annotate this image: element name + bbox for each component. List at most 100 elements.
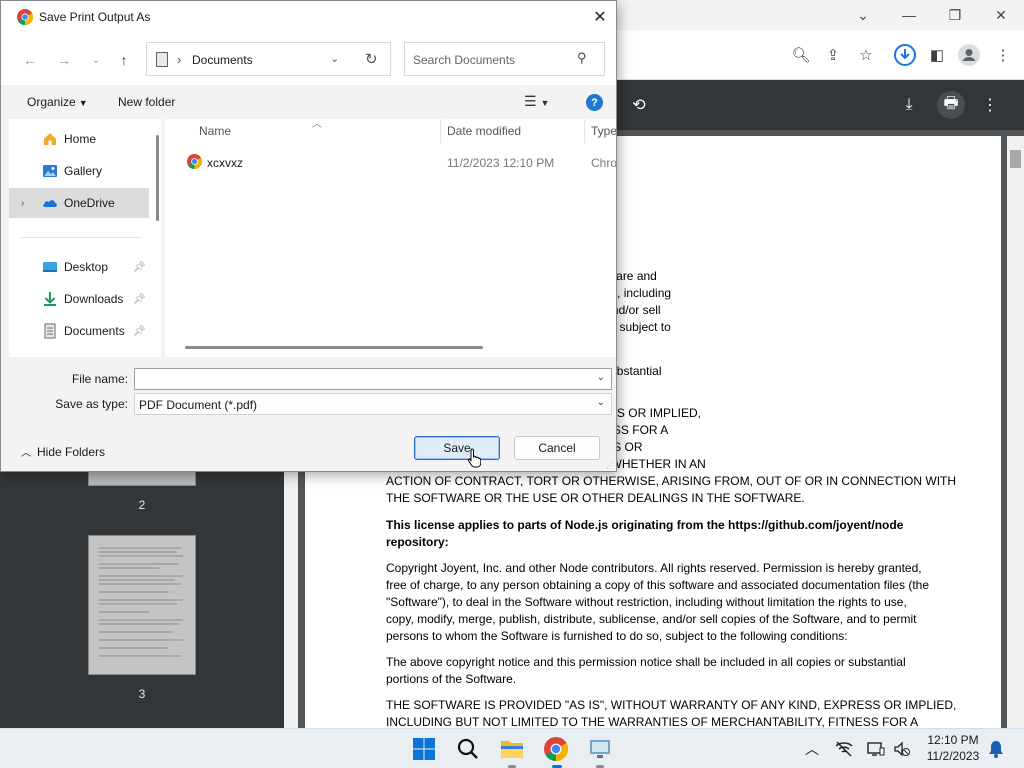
address-dropdown-icon[interactable]: ⌄ bbox=[330, 52, 339, 65]
hide-folders-label: Hide Folders bbox=[37, 445, 106, 459]
dialog-navigation-bar: ← → ⌄ ↑ › Documents ⌄ ↻ Search Documents… bbox=[1, 33, 616, 85]
column-separator[interactable] bbox=[440, 119, 441, 143]
help-button[interactable]: ? bbox=[586, 94, 603, 111]
file-row[interactable]: xcxvxz 11/2/2023 12:10 PM Chro bbox=[165, 149, 616, 175]
back-arrow-icon[interactable]: ← bbox=[19, 49, 41, 71]
nav-item-label: Documents bbox=[64, 324, 125, 338]
remote-desktop-icon[interactable] bbox=[585, 734, 615, 764]
downloads-toolbar-icon[interactable] bbox=[892, 42, 918, 68]
page-thumbnail[interactable] bbox=[88, 535, 196, 675]
command-bar: Organize ▼ New folder ☰ ▼ ? bbox=[1, 85, 616, 119]
column-separator[interactable] bbox=[584, 119, 585, 143]
nav-item-onedrive[interactable]: › OneDrive bbox=[9, 188, 149, 218]
organize-label: Organize bbox=[27, 95, 76, 109]
search-icon: ⚲ bbox=[577, 50, 587, 65]
nav-item-downloads[interactable]: Downloads 📌︎ bbox=[9, 284, 149, 314]
page-thumbnail[interactable] bbox=[88, 470, 196, 486]
file-name-input[interactable]: ⌄ bbox=[134, 368, 612, 390]
rotate-icon[interactable]: ⟲ bbox=[626, 92, 652, 118]
refresh-icon[interactable]: ↻ bbox=[365, 50, 378, 68]
save-as-dialog: Save Print Output As ✕ ← → ⌄ ↑ › Documen… bbox=[0, 0, 617, 472]
up-arrow-icon[interactable]: ↑ bbox=[113, 49, 135, 71]
pin-icon[interactable]: 📌︎ bbox=[133, 262, 146, 273]
search-icon[interactable] bbox=[453, 734, 483, 764]
document-scrollbar[interactable] bbox=[1007, 136, 1024, 728]
address-bar[interactable]: › Documents ⌄ ↻ bbox=[146, 42, 391, 76]
navigation-scrollbar[interactable] bbox=[155, 119, 161, 357]
save-as-type-dropdown-icon[interactable]: ⌄ bbox=[597, 397, 605, 408]
window-close-icon[interactable]: ✕ bbox=[978, 0, 1024, 30]
hide-folders-button[interactable]: ︿ Hide Folders bbox=[21, 444, 105, 459]
resize-grip-icon[interactable]: ⋰ bbox=[606, 461, 614, 470]
profile-avatar-icon[interactable] bbox=[956, 42, 982, 68]
file-explorer-icon[interactable] bbox=[497, 734, 527, 764]
minimize-icon[interactable]: — bbox=[886, 0, 932, 30]
chevron-up-icon: ︿ bbox=[21, 448, 31, 459]
recent-locations-icon[interactable]: ⌄ bbox=[85, 49, 107, 71]
dialog-title: Save Print Output As bbox=[39, 10, 151, 24]
new-folder-button[interactable]: New folder bbox=[118, 95, 175, 109]
file-name-dropdown-icon[interactable]: ⌄ bbox=[597, 372, 605, 383]
print-icon[interactable]: 🖶︎ bbox=[937, 91, 965, 119]
sort-ascending-icon: ︿ bbox=[312, 119, 322, 130]
column-header-type[interactable]: Type bbox=[591, 119, 616, 143]
file-list: Name ︿ Date modified Type xcxvxz 11/2/20… bbox=[165, 119, 616, 357]
breadcrumb-documents[interactable]: Documents bbox=[192, 53, 253, 67]
caret-down-icon: ▼ bbox=[78, 98, 88, 108]
tab-search-icon[interactable]: ⌄ bbox=[840, 0, 886, 30]
documents-icon bbox=[44, 323, 56, 339]
doc-paragraph: THE SOFTWARE IS PROVIDED "AS IS", WITHOU… bbox=[386, 698, 957, 728]
zoom-icon[interactable]: 🔍︎ bbox=[788, 42, 814, 68]
save-as-type-label: Save as type: bbox=[55, 397, 128, 411]
column-header-date[interactable]: Date modified bbox=[447, 119, 521, 143]
view-options-icon[interactable]: ☰ ▼ bbox=[524, 93, 549, 110]
side-panel-icon[interactable]: ◧ bbox=[924, 42, 950, 68]
forward-arrow-icon[interactable]: → bbox=[53, 49, 75, 71]
search-input[interactable]: Search Documents ⚲ bbox=[404, 42, 605, 76]
volume-muted-icon[interactable] bbox=[892, 739, 912, 759]
file-name: xcxvxz bbox=[207, 156, 243, 170]
dialog-close-button[interactable]: ✕ bbox=[585, 5, 615, 29]
nav-item-home[interactable]: Home bbox=[9, 124, 149, 154]
document-scrollbar-thumb[interactable] bbox=[1010, 150, 1021, 168]
chrome-icon[interactable] bbox=[541, 734, 571, 764]
file-name-label: File name: bbox=[71, 372, 128, 386]
save-button[interactable]: Save bbox=[414, 436, 500, 460]
onedrive-icon bbox=[43, 200, 57, 207]
restore-icon[interactable]: ❐ bbox=[932, 0, 978, 30]
file-date: 11/2/2023 12:10 PM bbox=[447, 156, 555, 170]
pin-icon[interactable]: 📌︎ bbox=[133, 326, 146, 337]
nav-item-label: OneDrive bbox=[64, 196, 115, 210]
taskbar-clock[interactable]: 12:10 PM 11/2/2023 bbox=[918, 732, 988, 764]
chrome-logo-icon bbox=[17, 9, 33, 25]
share-icon[interactable]: ⇪ bbox=[820, 42, 846, 68]
desktop-icon bbox=[43, 262, 57, 272]
nav-item-label: Desktop bbox=[64, 260, 109, 274]
expand-chevron-icon[interactable]: › bbox=[21, 198, 24, 209]
menu-kebab-icon[interactable]: ⋮ bbox=[990, 42, 1016, 68]
viewer-menu-icon[interactable]: ⋮ bbox=[977, 92, 1003, 118]
nav-divider bbox=[21, 237, 141, 238]
nav-item-label: Downloads bbox=[64, 292, 124, 306]
pin-icon[interactable]: 📌︎ bbox=[133, 294, 146, 305]
download-icon[interactable]: ⤓ bbox=[896, 92, 922, 118]
display-icon[interactable] bbox=[866, 739, 886, 759]
clock-time: 12:10 PM bbox=[927, 733, 979, 747]
bookmark-star-icon[interactable]: ☆ bbox=[853, 42, 879, 68]
start-icon[interactable] bbox=[409, 734, 439, 764]
notification-bell-icon[interactable] bbox=[986, 739, 1006, 759]
cancel-button[interactable]: Cancel bbox=[514, 436, 600, 460]
nav-item-desktop[interactable]: Desktop 📌︎ bbox=[9, 252, 149, 282]
save-as-type-select[interactable]: PDF Document (*.pdf) ⌄ bbox=[134, 393, 612, 415]
doc-paragraph: Copyright Joyent, Inc. and other Node co… bbox=[386, 561, 929, 643]
network-disconnected-icon[interactable] bbox=[834, 739, 854, 759]
horizontal-scrollbar-thumb[interactable] bbox=[185, 346, 483, 349]
column-header-name[interactable]: Name bbox=[199, 119, 231, 143]
documents-folder-icon bbox=[156, 52, 168, 67]
nav-item-gallery[interactable]: Gallery bbox=[9, 156, 149, 186]
nav-item-documents[interactable]: Documents 📌︎ bbox=[9, 316, 149, 346]
organize-button[interactable]: Organize ▼ bbox=[27, 95, 88, 109]
show-hidden-icons-icon[interactable]: ︿ bbox=[802, 739, 822, 759]
navigation-scrollbar-thumb[interactable] bbox=[156, 135, 159, 221]
save-as-type-value: PDF Document (*.pdf) bbox=[139, 398, 258, 412]
